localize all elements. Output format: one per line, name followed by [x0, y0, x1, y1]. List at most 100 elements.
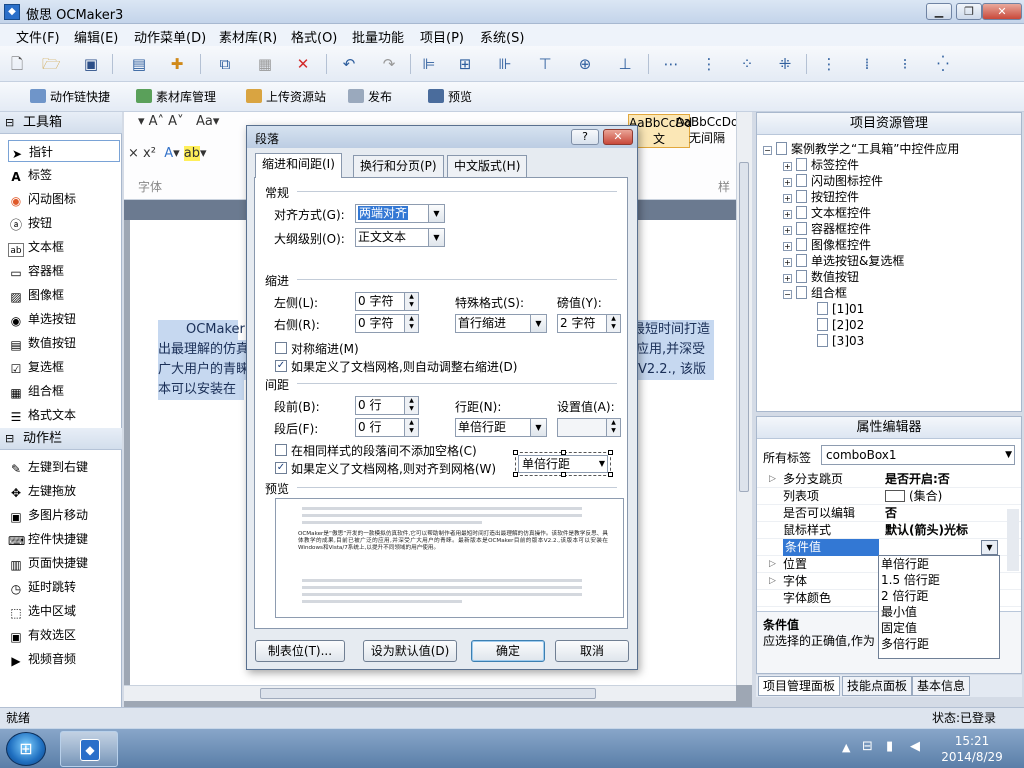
space-after-input[interactable]: 0 行 ▲ ▼: [355, 418, 419, 437]
tag-filter-select[interactable]: comboBox1 ▼: [821, 445, 1015, 465]
new-file-icon[interactable]: 🗋: [8, 55, 26, 73]
tool-button[interactable]: ⓐ 按钮: [8, 212, 120, 234]
taskbar-app-button[interactable]: ◆: [60, 731, 118, 767]
menu-edit[interactable]: 编辑(E): [74, 27, 118, 46]
upload-button[interactable]: 上传资源站: [246, 88, 326, 106]
ok-button[interactable]: 确定: [471, 640, 545, 662]
tree-node[interactable]: + 数值按钮: [783, 269, 859, 285]
redo-icon[interactable]: ↷: [380, 55, 398, 73]
dropdown-option[interactable]: 单倍行距: [879, 556, 999, 572]
tab-skill-points[interactable]: 技能点面板: [842, 676, 913, 696]
tab-line-page-breaks[interactable]: 换行和分页(P): [353, 155, 444, 177]
tool-radio[interactable]: ◉ 单选按钮: [8, 308, 120, 330]
dropdown-option[interactable]: 固定值: [879, 620, 999, 636]
action-multi-image[interactable]: ▣ 多图片移动: [8, 504, 120, 526]
cancel-button[interactable]: 取消: [555, 640, 629, 662]
dropdown-option[interactable]: 1.5 倍行距: [879, 572, 999, 588]
hspace-remove-icon[interactable]: ⁜: [776, 55, 794, 73]
space-before-input[interactable]: 0 行 ▲ ▼: [355, 396, 419, 415]
action-control-shortcut[interactable]: ⌨ 控件快捷键: [8, 528, 120, 550]
set-default-button[interactable]: 设为默认值(D): [363, 640, 457, 662]
undo-icon[interactable]: ↶: [340, 55, 358, 73]
action-left-drag[interactable]: ✥ 左键拖放: [8, 480, 120, 502]
spinner-icon[interactable]: ▲ ▼: [404, 315, 418, 332]
mirror-indent-checkbox[interactable]: [275, 342, 287, 354]
open-folder-icon[interactable]: 🗁: [42, 55, 61, 73]
expand-icon[interactable]: +: [783, 258, 792, 267]
tab-indent-spacing[interactable]: 缩进和间距(I): [255, 153, 342, 178]
preview-button[interactable]: 预览: [428, 88, 472, 106]
vspace-increase-icon[interactable]: ⁞: [858, 55, 876, 73]
tree-node[interactable]: + 单选按钮&复选框: [783, 253, 904, 269]
tab-basic-info[interactable]: 基本信息: [912, 676, 971, 696]
tree-node[interactable]: + 闪动图标控件: [783, 173, 883, 189]
volume-icon[interactable]: ◀: [910, 739, 920, 754]
hspace-increase-icon[interactable]: ⋮: [700, 55, 718, 73]
tray-expand-icon[interactable]: ▲: [842, 741, 850, 754]
asset-manager-button[interactable]: 素材库管理: [136, 88, 216, 106]
action-left-to-right[interactable]: ✎ 左键到右键: [8, 456, 120, 478]
resize-handle[interactable]: [561, 450, 566, 455]
property-row-selected[interactable]: 条件值 ▼: [757, 539, 1021, 556]
expand-icon[interactable]: +: [783, 242, 792, 251]
menu-system[interactable]: 系统(S): [480, 27, 524, 46]
left-indent-input[interactable]: 0 字符 ▲ ▼: [355, 292, 419, 311]
collapse-icon[interactable]: −: [783, 290, 792, 299]
minimize-button[interactable]: ▁: [926, 3, 952, 20]
design-combobox[interactable]: 单倍行距 ▼: [518, 455, 608, 473]
close-button[interactable]: ✕: [982, 3, 1022, 20]
menu-file[interactable]: 文件(F): [16, 27, 60, 46]
tool-checkbox[interactable]: ☑ 复选框: [8, 356, 120, 378]
resize-handle[interactable]: [513, 472, 518, 477]
tool-pointer[interactable]: ➤ 指针: [8, 140, 120, 162]
menu-action[interactable]: 动作菜单(D): [134, 27, 206, 46]
scroll-thumb[interactable]: [739, 162, 749, 492]
tool-combobox[interactable]: ▦ 组合框: [8, 380, 120, 402]
expand-icon[interactable]: +: [783, 210, 792, 219]
align-select[interactable]: 两端对齐 ▼: [355, 204, 445, 223]
tree-node[interactable]: − 组合框: [783, 285, 847, 301]
delete-icon[interactable]: ✕: [294, 55, 312, 73]
property-scrollbar[interactable]: [1007, 509, 1019, 571]
tree-node[interactable]: + 标签控件: [783, 157, 859, 173]
tree-node[interactable]: + 按钮控件: [783, 189, 859, 205]
tool-textbox[interactable]: ab 文本框: [8, 236, 120, 258]
page-icon[interactable]: ▤: [130, 55, 148, 73]
tool-label[interactable]: A 标签: [8, 164, 120, 186]
tree-root[interactable]: − 案例教学之“工具箱”中控件应用: [763, 141, 959, 157]
tree-node[interactable]: + 文本框控件: [783, 205, 871, 221]
dialog-title-bar[interactable]: 段落 ? ✕: [247, 126, 637, 148]
tree-node[interactable]: + 图像框控件: [783, 237, 871, 253]
toolbox-header[interactable]: ⊟ 工具箱: [0, 112, 122, 134]
tabs-button[interactable]: 制表位(T)...: [255, 640, 345, 662]
network-icon[interactable]: ⊟: [862, 739, 873, 754]
align-left-icon[interactable]: ⊫: [420, 55, 438, 73]
property-row[interactable]: 鼠标样式 默认(箭头)光标: [757, 522, 1021, 539]
publish-button[interactable]: 发布: [348, 88, 392, 106]
paste-icon[interactable]: ▦: [256, 55, 274, 73]
align-middle-icon[interactable]: ⊕: [576, 55, 594, 73]
tree-child[interactable]: [1]01: [817, 301, 864, 317]
tool-image[interactable]: ▨ 图像框: [8, 284, 120, 306]
dropdown-option[interactable]: 最小值: [879, 604, 999, 620]
dialog-close-button[interactable]: ✕: [603, 129, 633, 145]
expand-icon[interactable]: +: [783, 226, 792, 235]
align-top-icon[interactable]: ⊤: [536, 55, 554, 73]
horizontal-scrollbar[interactable]: [124, 685, 736, 701]
action-delay-jump[interactable]: ◷ 延时跳转: [8, 576, 120, 598]
action-select-area[interactable]: ⬚ 选中区域: [8, 600, 120, 622]
hspace-decrease-icon[interactable]: ⁘: [738, 55, 756, 73]
actionbar-header[interactable]: ⊟ 动作栏: [0, 428, 122, 450]
tool-flash-icon[interactable]: ◉ 闪动图标: [8, 188, 120, 210]
menu-assets[interactable]: 素材库(R): [219, 27, 277, 46]
align-center-icon[interactable]: ⊞: [456, 55, 474, 73]
action-valid-area[interactable]: ▣ 有效选区: [8, 624, 120, 646]
start-button[interactable]: ⊞: [6, 732, 46, 766]
restore-button[interactable]: ❐: [956, 3, 982, 20]
signal-icon[interactable]: ▮: [886, 739, 893, 754]
snap-to-grid-checkbox[interactable]: ✓: [275, 462, 287, 474]
resize-handle[interactable]: [608, 472, 613, 477]
spinner-icon[interactable]: ▲ ▼: [404, 397, 418, 414]
measure-input[interactable]: 2 字符 ▲ ▼: [557, 314, 621, 333]
clock[interactable]: 15:21 2014/8/29: [940, 733, 1004, 765]
